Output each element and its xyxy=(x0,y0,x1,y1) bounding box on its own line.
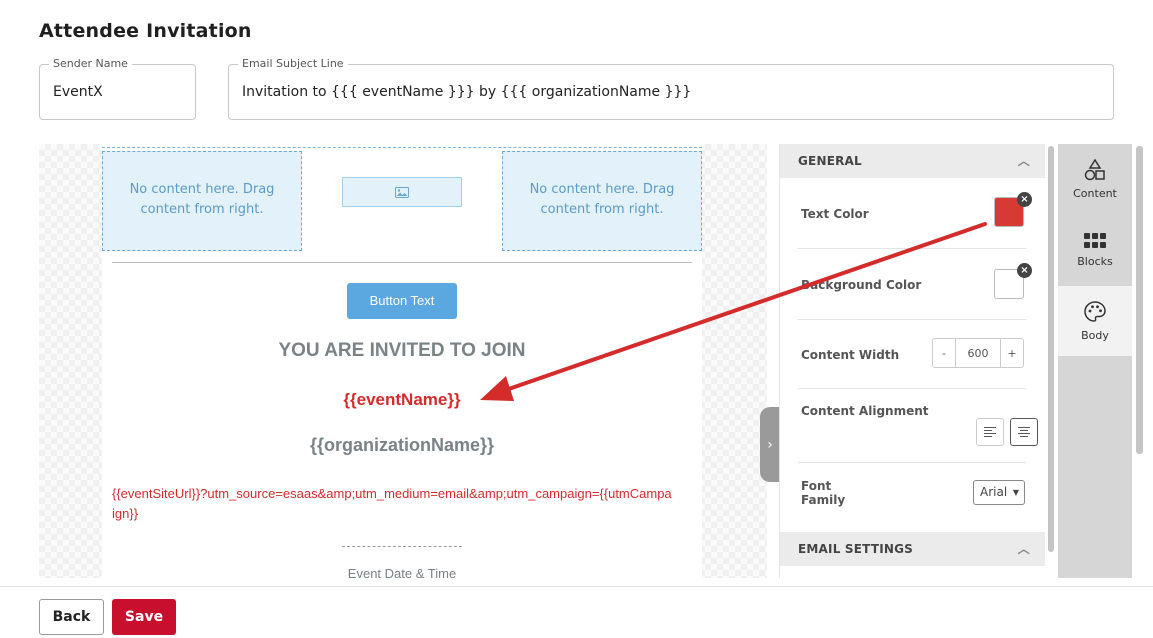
grid-icon xyxy=(1084,233,1106,248)
divider xyxy=(112,262,692,263)
tab-content-label: Content xyxy=(1073,187,1117,200)
font-family-value: Arial xyxy=(980,485,1008,499)
width-decrement-button[interactable]: - xyxy=(933,339,955,367)
chevron-up-icon: ︿ xyxy=(1017,154,1030,168)
clear-background-color-icon[interactable]: × xyxy=(1017,263,1032,278)
properties-panel: GENERAL ︿ Text Color × Background Color … xyxy=(779,144,1045,578)
general-section-header[interactable]: GENERAL ︿ xyxy=(780,144,1045,178)
separator xyxy=(798,388,1026,389)
footer-bar: Back Save xyxy=(0,586,1153,638)
event-site-url-text[interactable]: {{eventSiteUrl}}?utm_source=esaas&amp;ut… xyxy=(112,484,672,524)
sender-name-value[interactable]: EventX xyxy=(53,84,103,100)
email-canvas[interactable]: No content here. Drag content from right… xyxy=(39,144,767,578)
save-button[interactable]: Save xyxy=(112,599,176,635)
separator xyxy=(798,462,1026,463)
empty-column-right[interactable]: No content here. Drag content from right… xyxy=(502,151,702,251)
separator xyxy=(798,248,1026,249)
email-settings-section-title: EMAIL SETTINGS xyxy=(798,542,914,556)
invited-heading[interactable]: YOU ARE INVITED TO JOIN xyxy=(102,340,702,362)
tab-body-label: Body xyxy=(1081,329,1109,342)
event-date-label[interactable]: Event Date & Time xyxy=(102,566,702,578)
side-tabs: Content Blocks Body xyxy=(1058,144,1132,578)
shapes-icon xyxy=(1084,158,1105,181)
page-title: Attendee Invitation xyxy=(39,20,252,42)
content-width-label: Content Width xyxy=(801,348,900,362)
subject-line-field[interactable]: Email Subject Line Invitation to {{{ eve… xyxy=(228,57,1114,120)
sender-name-label: Sender Name xyxy=(49,57,132,70)
background-color-label: Background Color xyxy=(801,278,922,292)
image-icon xyxy=(395,186,409,198)
collapse-panel-handle[interactable]: › xyxy=(760,407,780,482)
tab-content[interactable]: Content xyxy=(1058,144,1132,214)
caret-down-icon: ▼ xyxy=(1012,488,1019,497)
outer-scrollbar[interactable] xyxy=(1136,146,1143,454)
content-width-stepper[interactable]: - 600 + xyxy=(932,338,1024,368)
font-family-label: Font Family xyxy=(801,479,846,507)
panel-scrollbar[interactable] xyxy=(1048,146,1054,552)
align-center-button[interactable] xyxy=(1010,418,1038,446)
palette-icon xyxy=(1084,301,1106,322)
empty-column-left[interactable]: No content here. Drag content from right… xyxy=(102,151,302,251)
text-color-label: Text Color xyxy=(801,207,869,221)
separator xyxy=(798,319,1026,320)
email-settings-section-header[interactable]: EMAIL SETTINGS ︿ xyxy=(780,532,1045,566)
tab-blocks-label: Blocks xyxy=(1077,255,1113,268)
image-placeholder[interactable] xyxy=(342,177,462,207)
width-value[interactable]: 600 xyxy=(955,339,1001,367)
row-selection-border xyxy=(102,147,702,148)
tab-blocks[interactable]: Blocks xyxy=(1058,215,1132,285)
organization-name-text[interactable]: {{organizationName}} xyxy=(102,435,702,456)
email-body[interactable]: No content here. Drag content from right… xyxy=(102,144,702,578)
width-increment-button[interactable]: + xyxy=(1001,339,1023,367)
sender-name-field[interactable]: Sender Name EventX xyxy=(39,57,196,120)
clear-text-color-icon[interactable]: × xyxy=(1017,192,1032,207)
event-name-text[interactable]: {{eventName}} xyxy=(102,390,702,410)
content-alignment-label: Content Alignment xyxy=(801,404,929,418)
general-section-title: GENERAL xyxy=(798,154,862,168)
font-family-select[interactable]: Arial ▼ xyxy=(973,480,1025,505)
small-divider xyxy=(342,546,462,547)
email-button-block[interactable]: Button Text xyxy=(347,283,457,319)
align-left-button[interactable] xyxy=(976,418,1004,446)
subject-line-label: Email Subject Line xyxy=(238,57,348,70)
tab-body[interactable]: Body xyxy=(1058,286,1132,356)
back-button[interactable]: Back xyxy=(39,599,104,635)
chevron-up-icon: ︿ xyxy=(1017,542,1030,556)
chevron-right-icon: › xyxy=(767,436,773,453)
subject-line-value[interactable]: Invitation to {{{ eventName }}} by {{{ o… xyxy=(242,84,691,100)
